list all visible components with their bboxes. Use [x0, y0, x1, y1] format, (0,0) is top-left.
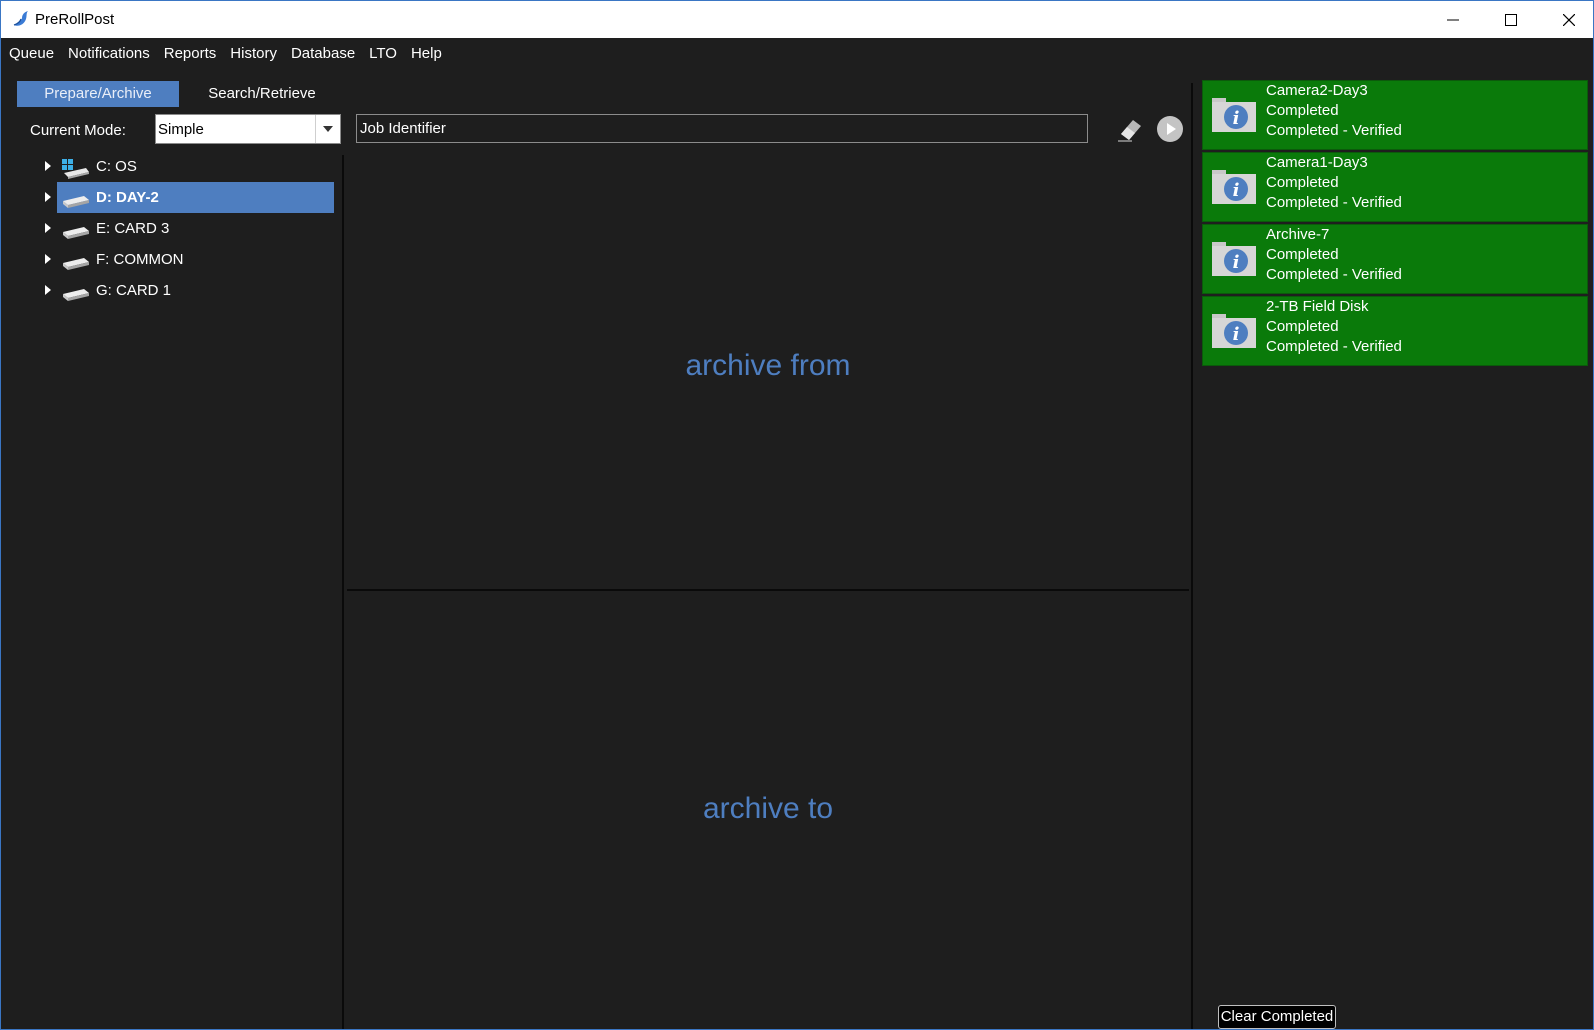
maximize-icon: [1505, 13, 1517, 26]
os-drive-icon: [62, 159, 89, 179]
tab-prepare-archive[interactable]: Prepare/Archive: [17, 81, 179, 107]
close-button[interactable]: [1540, 1, 1593, 38]
tab-search-retrieve[interactable]: Search/Retrieve: [181, 81, 343, 107]
menu-database[interactable]: Database: [284, 39, 362, 69]
queue-card[interactable]: i Camera2-Day3 Completed Completed - Ver…: [1202, 80, 1588, 150]
menu-reports[interactable]: Reports: [157, 39, 224, 69]
drive-icon: [63, 196, 89, 208]
tree-item-c[interactable]: C: OS: [36, 151, 334, 182]
tree-item-e[interactable]: E: CARD 3: [36, 213, 334, 244]
drive-icon: [63, 227, 89, 239]
minimize-button[interactable]: [1424, 1, 1482, 38]
queue-job-status: Completed: [1266, 318, 1339, 335]
mode-select-value: Simple: [158, 121, 204, 138]
start-job-button[interactable]: [1156, 115, 1184, 143]
queue-card[interactable]: i Camera1-Day3 Completed Completed - Ver…: [1202, 152, 1588, 222]
queue-job-name: Camera2-Day3: [1266, 82, 1368, 99]
tree-item-d[interactable]: D: DAY-2: [36, 182, 334, 213]
queue-card[interactable]: i 2-TB Field Disk Completed Completed - …: [1202, 296, 1588, 366]
left-splitter[interactable]: [342, 155, 344, 1029]
minimize-icon: [1447, 19, 1459, 20]
queue-job-name: Camera1-Day3: [1266, 154, 1368, 171]
drive-icon: [63, 258, 89, 270]
menu-lto[interactable]: LTO: [362, 39, 404, 69]
info-camera-icon: i: [1212, 98, 1256, 132]
expand-arrow-icon[interactable]: [44, 285, 52, 295]
app-logo-icon: [13, 11, 28, 26]
archive-to-dropzone[interactable]: archive to: [347, 792, 1189, 826]
tree-item-label: G: CARD 1: [96, 282, 172, 299]
menu-help[interactable]: Help: [404, 39, 449, 69]
expand-arrow-icon[interactable]: [44, 254, 52, 264]
info-camera-icon: i: [1212, 242, 1256, 276]
info-camera-icon: i: [1212, 314, 1256, 348]
svg-text:i: i: [1233, 324, 1240, 345]
mode-select[interactable]: Simple: [155, 114, 341, 144]
job-queue: i Camera2-Day3 Completed Completed - Ver…: [1202, 80, 1588, 368]
close-icon: [1563, 13, 1575, 26]
clear-completed-button[interactable]: Clear Completed: [1218, 1005, 1336, 1029]
tree-item-label: C: OS: [96, 158, 137, 175]
menu-queue[interactable]: Queue: [2, 39, 61, 69]
expand-arrow-icon[interactable]: [44, 223, 52, 233]
svg-text:i: i: [1233, 108, 1240, 129]
app-window: PreRollPost Queue Notifications Reports …: [0, 0, 1594, 1030]
queue-job-name: 2-TB Field Disk: [1266, 298, 1369, 315]
queue-job-detail: Completed - Verified: [1266, 194, 1402, 211]
drive-icon: [63, 289, 89, 301]
expand-arrow-icon[interactable]: [44, 192, 52, 202]
menu-history[interactable]: History: [223, 39, 284, 69]
info-camera-icon: i: [1212, 170, 1256, 204]
right-splitter[interactable]: [1191, 83, 1193, 1029]
tree-item-g[interactable]: G: CARD 1: [36, 275, 334, 306]
svg-text:i: i: [1233, 180, 1240, 201]
queue-job-detail: Completed - Verified: [1266, 122, 1402, 139]
clear-job-button[interactable]: [1115, 115, 1145, 143]
title-bar: PreRollPost: [1, 1, 1593, 38]
tree-item-label: E: CARD 3: [96, 220, 170, 237]
svg-text:i: i: [1233, 252, 1240, 273]
chevron-down-icon[interactable]: [315, 115, 340, 143]
queue-job-status: Completed: [1266, 102, 1339, 119]
current-mode-label: Current Mode:: [30, 122, 126, 139]
queue-card[interactable]: i Archive-7 Completed Completed - Verifi…: [1202, 224, 1588, 294]
expand-arrow-icon[interactable]: [44, 161, 52, 171]
queue-job-name: Archive-7: [1266, 226, 1330, 243]
job-identifier-input[interactable]: [356, 114, 1088, 143]
tree-item-label: F: COMMON: [96, 251, 184, 268]
queue-job-detail: Completed - Verified: [1266, 338, 1402, 355]
tree-item-f[interactable]: F: COMMON: [36, 244, 334, 275]
queue-job-detail: Completed - Verified: [1266, 266, 1402, 283]
menu-notifications[interactable]: Notifications: [61, 39, 157, 69]
center-splitter[interactable]: [347, 589, 1189, 591]
maximize-button[interactable]: [1482, 1, 1540, 38]
play-icon: [1157, 116, 1183, 142]
archive-from-dropzone[interactable]: archive from: [347, 349, 1189, 383]
tree-item-label: D: DAY-2: [96, 189, 159, 206]
eraser-icon: [1118, 120, 1141, 142]
drive-tree: C: OS D: DAY-2 E: CARD 3 F: COMMON G: CA…: [36, 151, 334, 306]
queue-job-status: Completed: [1266, 174, 1339, 191]
window-title: PreRollPost: [35, 11, 115, 28]
menu-bar: Queue Notifications Reports History Data…: [1, 39, 1593, 69]
queue-job-status: Completed: [1266, 246, 1339, 263]
